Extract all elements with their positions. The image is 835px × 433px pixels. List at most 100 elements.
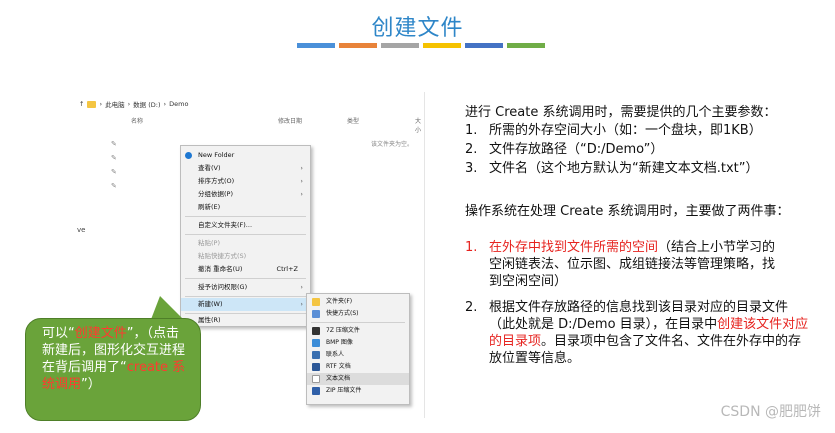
menu-item-label: 刷新(E) [198,203,221,211]
param-item: 2. 文件存放路径（“D:/Demo”） [465,141,827,158]
breadcrumb-item[interactable]: 此电脑 [105,99,125,109]
list-number: 1. [465,240,478,255]
callout-text: ”） [81,377,101,392]
menu-item-properties[interactable]: 属性(R) [181,314,310,327]
list-text: 文件存放路径（“D:/Demo”） [489,142,664,157]
chevron-right-icon: › [300,164,303,172]
chevron-right-icon: › [300,190,303,198]
callout-bubble: 可以“创建文件”，（点击新建后，图形化交互进程在背后调用了“create 系统调… [25,318,201,421]
menu-separator [311,322,405,323]
breadcrumb-sep-icon: › [99,100,103,108]
breadcrumb-sep-icon: › [127,100,131,108]
op-item: 2. 根据文件存放路径的信息找到该目录对应的目录文件（此处就是 D:/Demo … [465,299,827,367]
menu-item-label: 分组依据(P) [198,190,233,198]
list-text: 文件名（这个地方默认为“新建文本文档.txt”） [489,161,759,176]
column-size[interactable]: 大小 [415,116,424,134]
menu-item-new-folder[interactable]: New Folder [181,149,310,162]
menu-item-group[interactable]: 分组依据(P) › [181,188,310,201]
ops-intro: 操作系统在处理 Create 系统调用时，主要做了两件事： [465,204,790,219]
shortcut-label: Ctrl+Z [276,265,298,273]
menu-item-paste-shortcut[interactable]: 粘贴快捷方式(S) [181,250,310,263]
submenu-item-bmp[interactable]: BMP 图像 [307,337,409,349]
menu-item-label: 授予访问权限(G) [198,283,248,291]
menu-item-refresh[interactable]: 刷新(E) [181,201,310,214]
folder-icon [87,100,97,108]
color-bar-4 [423,43,461,48]
text-file-icon [312,375,320,383]
submenu-item-label: ZIP 压缩文件 [326,387,362,394]
menu-item-sort[interactable]: 排序方式(O) › [181,175,310,188]
watermark: CSDN @肥肥饼 [720,404,821,420]
menu-item-label: 属性(R) [198,316,221,324]
menu-separator [185,216,306,217]
pin-icon: ✎ [111,140,117,148]
menu-item-label: 排序方式(O) [198,177,235,185]
color-bar-5 [465,43,503,48]
menu-item-label: New Folder [198,151,235,159]
new-folder-icon [185,152,192,159]
menu-item-label: 查看(V) [198,164,221,172]
submenu-item-rtf[interactable]: RTF 文档 [307,361,409,373]
menu-item-label: 粘贴(P) [198,239,220,247]
menu-item-label: 撤消 重命名(U) [198,265,243,273]
submenu-item-shortcut[interactable]: 快捷方式(S) [307,308,409,320]
list-number: 3. [465,161,478,176]
submenu-item-label: 快捷方式(S) [326,310,359,317]
archive-7z-icon [312,327,320,335]
menu-item-view[interactable]: 查看(V) › [181,162,310,175]
menu-item-label: 粘贴快捷方式(S) [198,252,247,260]
pin-icon: ✎ [111,182,117,190]
chevron-right-icon: › [300,283,303,291]
image-icon [312,339,320,347]
submenu-item-7z[interactable]: 7Z 压缩文件 [307,325,409,337]
submenu-item-text[interactable]: 文本文档 [307,373,409,385]
submenu-item-label: RTF 文档 [326,363,351,370]
contact-icon [312,351,320,359]
menu-item-customize[interactable]: 自定义文件夹(F)... [181,219,310,232]
op-item: 1. 在外存中找到文件所需的空间（结合上小节学习的空闲链表法、位示图、成组链接法… [465,239,827,290]
menu-item-paste[interactable]: 粘贴(P) [181,237,310,250]
breadcrumb-item[interactable]: 数据 (D:) [133,99,160,109]
menu-item-new[interactable]: 新建(W) › [181,298,310,311]
callout-highlight: 创建文件 [74,326,127,341]
empty-folder-note: 该文件夹为空。 [371,141,414,148]
list-number: 2. [465,142,478,157]
menu-item-grant-access[interactable]: 授予访问权限(G) › [181,281,310,294]
params-intro: 进行 Create 系统调用时，需要提供的几个主要参数： [465,105,777,120]
param-item: 3. 文件名（这个地方默认为“新建文本文档.txt”） [465,160,827,177]
submenu-item-label: 文件夹(F) [326,298,353,305]
submenu-item-label: 联系人 [326,351,345,358]
chevron-right-icon: › [300,177,303,185]
submenu-item-zip[interactable]: ZIP 压缩文件 [307,385,409,397]
menu-item-undo-rename[interactable]: 撤消 重命名(U) Ctrl+Z [181,263,310,276]
slide-title: 创建文件 [371,16,464,41]
color-bar-2 [339,43,377,48]
list-number: 2. [465,300,478,315]
menu-separator [185,296,306,297]
document-icon [312,363,320,371]
op-highlight: 在外存中找到文件所需的空间 [489,240,659,255]
shortcut-icon [312,310,320,318]
address-bar[interactable]: ↑ › 此电脑 › 数据 (D:) › Demo [75,96,424,112]
list-number: 1. [465,123,478,138]
zip-icon [312,387,320,395]
chevron-right-icon: › [300,300,303,308]
up-arrow-icon[interactable]: ↑ [79,100,84,108]
submenu-item-label: BMP 图像 [326,339,353,346]
submenu-item-label: 7Z 压缩文件 [326,327,360,334]
pin-icon: ✎ [111,168,117,176]
column-name[interactable]: 名称 [131,116,143,125]
color-bar-3 [381,43,419,48]
nav-pane-fragment[interactable]: ve [77,226,85,234]
menu-separator [185,278,306,279]
submenu-item-label: 文本文档 [326,375,351,382]
column-type[interactable]: 类型 [347,116,359,125]
column-headers: 名称 修改日期 类型 大小 [75,116,424,134]
submenu-item-folder[interactable]: 文件夹(F) [307,296,409,308]
breadcrumb-item[interactable]: Demo [169,100,188,108]
submenu-item-contact[interactable]: 联系人 [307,349,409,361]
callout-text: 可以“ [42,326,75,341]
param-item: 1. 所需的外存空间大小（如：一个盘块，即1KB） [465,122,827,139]
pin-icon: ✎ [111,154,117,162]
column-date[interactable]: 修改日期 [278,116,302,125]
